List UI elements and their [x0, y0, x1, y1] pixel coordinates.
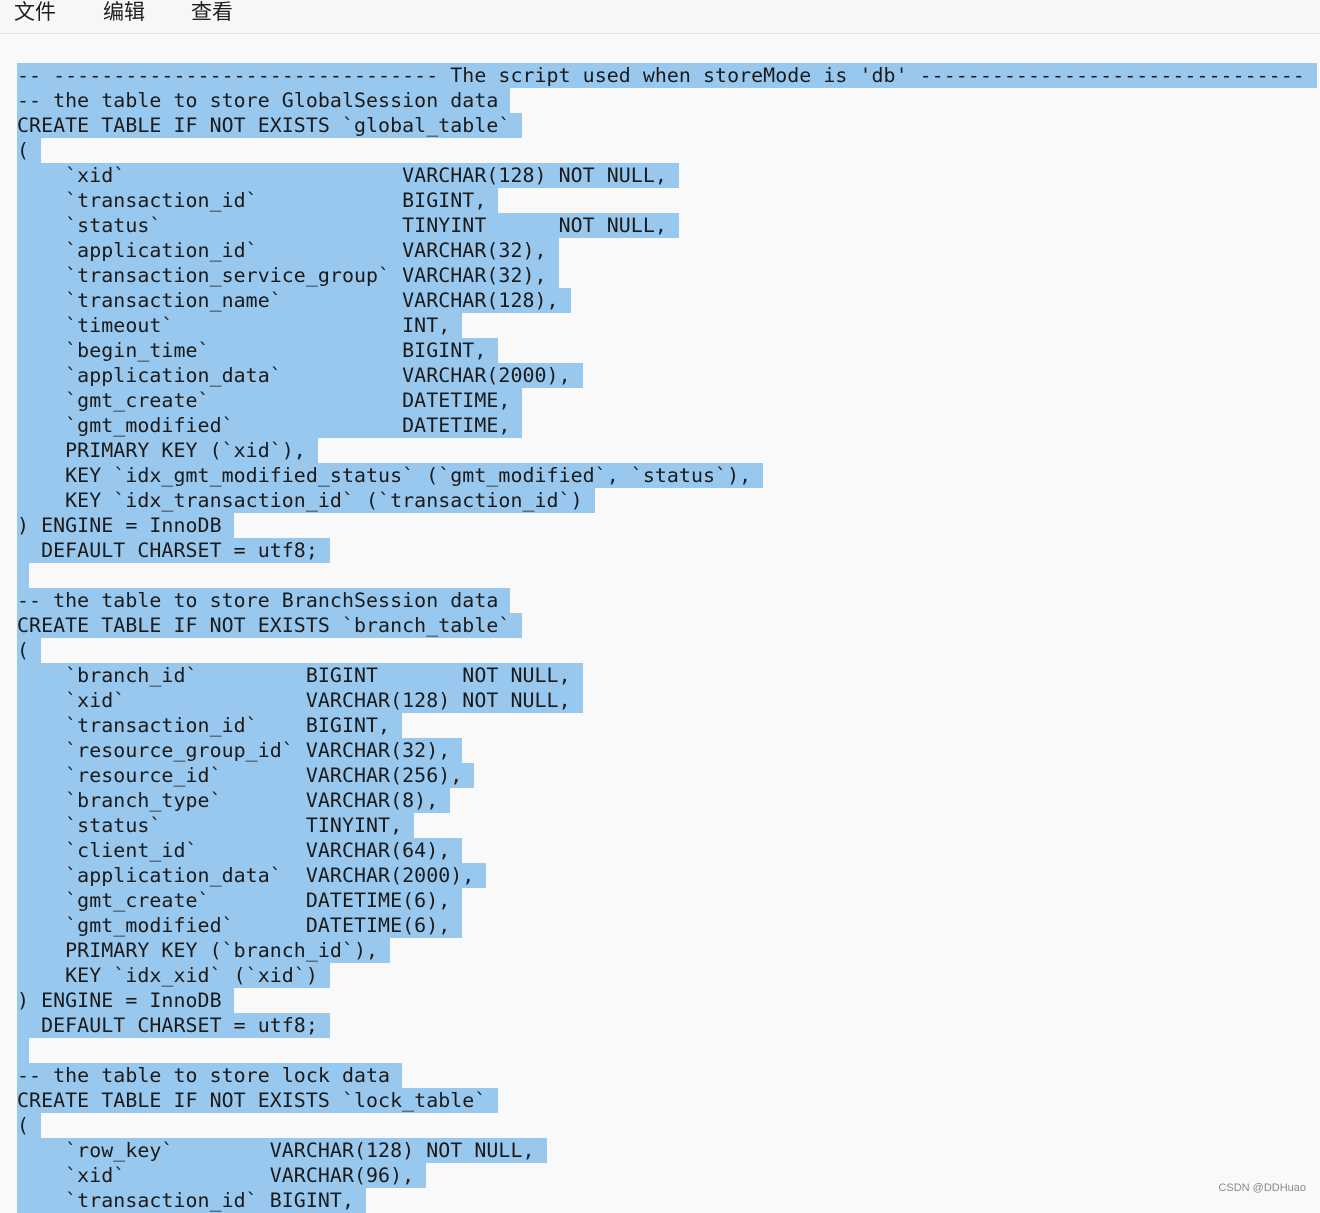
code-line[interactable]: -- the table to store BranchSession data [17, 588, 1317, 613]
selected-text: `resource_id` VARCHAR(256), [17, 763, 474, 788]
code-line[interactable]: `branch_type` VARCHAR(8), [17, 788, 1317, 813]
code-line[interactable]: CREATE TABLE IF NOT EXISTS `global_table… [17, 113, 1317, 138]
selected-text: DEFAULT CHARSET = utf8; [17, 1013, 330, 1038]
code-line[interactable]: `xid` VARCHAR(128) NOT NULL, [17, 688, 1317, 713]
selected-text: `status` TINYINT, [17, 813, 414, 838]
selected-text: `transaction_id` BIGINT, [17, 713, 402, 738]
code-line[interactable]: CREATE TABLE IF NOT EXISTS `lock_table` [17, 1088, 1317, 1113]
code-line[interactable]: `gmt_modified` DATETIME(6), [17, 913, 1317, 938]
code-line[interactable]: ( [17, 138, 1317, 163]
selected-text: ) ENGINE = InnoDB [17, 513, 234, 538]
code-line[interactable]: -- -------------------------------- The … [17, 63, 1317, 88]
code-line[interactable]: `transaction_name` VARCHAR(128), [17, 288, 1317, 313]
selected-text: `application_data` VARCHAR(2000), [17, 863, 486, 888]
selected-text: `gmt_modified` DATETIME, [17, 413, 522, 438]
code-line[interactable]: `status` TINYINT NOT NULL, [17, 213, 1317, 238]
selected-text: `status` TINYINT NOT NULL, [17, 213, 679, 238]
selected-text: `gmt_create` DATETIME(6), [17, 888, 462, 913]
selected-text: `xid` VARCHAR(96), [17, 1163, 426, 1188]
selected-text: `application_data` VARCHAR(2000), [17, 363, 583, 388]
selected-text: `branch_id` BIGINT NOT NULL, [17, 663, 583, 688]
code-line[interactable]: `branch_id` BIGINT NOT NULL, [17, 663, 1317, 688]
selected-text: KEY `idx_xid` (`xid`) [17, 963, 330, 988]
selected-text: `timeout` INT, [17, 313, 462, 338]
selected-text: -- the table to store lock data [17, 1063, 402, 1088]
code-line[interactable]: ( [17, 1113, 1317, 1138]
code-line[interactable]: `timeout` INT, [17, 313, 1317, 338]
watermark: CSDN @DDHuao [1218, 1182, 1306, 1194]
code-line[interactable]: `gmt_create` DATETIME(6), [17, 888, 1317, 913]
code-line[interactable]: `transaction_id` BIGINT, [17, 713, 1317, 738]
code-line[interactable]: `begin_time` BIGINT, [17, 338, 1317, 363]
code-line[interactable]: DEFAULT CHARSET = utf8; [17, 1013, 1317, 1038]
menu-bar: 文件 编辑 查看 [0, 0, 1320, 34]
selected-text: `gmt_create` DATETIME, [17, 388, 522, 413]
code-line[interactable]: `application_data` VARCHAR(2000), [17, 863, 1317, 888]
selected-text: `row_key` VARCHAR(128) NOT NULL, [17, 1138, 547, 1163]
code-line[interactable]: `status` TINYINT, [17, 813, 1317, 838]
code-line[interactable]: ) ENGINE = InnoDB [17, 988, 1317, 1013]
code-line[interactable]: -- the table to store lock data [17, 1063, 1317, 1088]
code-line[interactable] [17, 563, 1317, 588]
selected-text: `gmt_modified` DATETIME(6), [17, 913, 462, 938]
selected-text: ( [17, 638, 41, 663]
selected-text: DEFAULT CHARSET = utf8; [17, 538, 330, 563]
selected-text: CREATE TABLE IF NOT EXISTS `global_table… [17, 113, 522, 138]
code-line[interactable] [17, 1038, 1317, 1063]
selected-text: `client_id` VARCHAR(64), [17, 838, 462, 863]
code-line[interactable]: KEY `idx_transaction_id` (`transaction_i… [17, 488, 1317, 513]
selected-text: -- the table to store GlobalSession data [17, 88, 510, 113]
code-content[interactable]: -- -------------------------------- The … [17, 63, 1317, 1213]
selected-text: `transaction_name` VARCHAR(128), [17, 288, 571, 313]
selected-text: PRIMARY KEY (`xid`), [17, 438, 318, 463]
code-line[interactable]: CREATE TABLE IF NOT EXISTS `branch_table… [17, 613, 1317, 638]
code-line[interactable]: DEFAULT CHARSET = utf8; [17, 538, 1317, 563]
code-line[interactable]: KEY `idx_xid` (`xid`) [17, 963, 1317, 988]
selected-text: `application_id` VARCHAR(32), [17, 238, 559, 263]
selected-text: `xid` VARCHAR(128) NOT NULL, [17, 163, 679, 188]
selected-text: KEY `idx_transaction_id` (`transaction_i… [17, 488, 595, 513]
selected-text: -- -------------------------------- The … [17, 63, 1317, 88]
selected-text: ( [17, 138, 41, 163]
code-line[interactable]: -- the table to store GlobalSession data [17, 88, 1317, 113]
selected-text: `transaction_service_group` VARCHAR(32), [17, 263, 559, 288]
code-line[interactable]: `xid` VARCHAR(96), [17, 1163, 1317, 1188]
code-line[interactable]: PRIMARY KEY (`branch_id`), [17, 938, 1317, 963]
code-line[interactable]: ( [17, 638, 1317, 663]
selected-text: `begin_time` BIGINT, [17, 338, 498, 363]
selected-text: `xid` VARCHAR(128) NOT NULL, [17, 688, 583, 713]
menu-view[interactable]: 查看 [191, 0, 233, 26]
selected-text: ) ENGINE = InnoDB [17, 988, 234, 1013]
selected-text: `transaction_id` BIGINT, [17, 188, 498, 213]
selected-text: PRIMARY KEY (`branch_id`), [17, 938, 390, 963]
code-line[interactable]: `resource_group_id` VARCHAR(32), [17, 738, 1317, 763]
selected-text: CREATE TABLE IF NOT EXISTS `branch_table… [17, 613, 522, 638]
code-line[interactable]: PRIMARY KEY (`xid`), [17, 438, 1317, 463]
code-line[interactable]: KEY `idx_gmt_modified_status` (`gmt_modi… [17, 463, 1317, 488]
selected-text: KEY `idx_gmt_modified_status` (`gmt_modi… [17, 463, 763, 488]
code-line[interactable]: `application_id` VARCHAR(32), [17, 238, 1317, 263]
code-line[interactable]: `application_data` VARCHAR(2000), [17, 363, 1317, 388]
code-line[interactable]: `row_key` VARCHAR(128) NOT NULL, [17, 1138, 1317, 1163]
selected-text: -- the table to store BranchSession data [17, 588, 510, 613]
code-line[interactable]: `xid` VARCHAR(128) NOT NULL, [17, 163, 1317, 188]
code-line[interactable]: ) ENGINE = InnoDB [17, 513, 1317, 538]
selected-text: ( [17, 1113, 41, 1138]
code-line[interactable]: `gmt_modified` DATETIME, [17, 413, 1317, 438]
selected-text [17, 563, 29, 588]
code-line[interactable]: `resource_id` VARCHAR(256), [17, 763, 1317, 788]
code-line[interactable]: `transaction_id` BIGINT, [17, 188, 1317, 213]
menu-file[interactable]: 文件 [14, 0, 56, 26]
selected-text [17, 1038, 29, 1063]
selected-text: `transaction_id` BIGINT, [17, 1188, 366, 1213]
selected-text: `resource_group_id` VARCHAR(32), [17, 738, 462, 763]
selected-text: CREATE TABLE IF NOT EXISTS `lock_table` [17, 1088, 498, 1113]
code-line[interactable]: `transaction_id` BIGINT, [17, 1188, 1317, 1213]
code-line[interactable]: `transaction_service_group` VARCHAR(32), [17, 263, 1317, 288]
code-line[interactable]: `gmt_create` DATETIME, [17, 388, 1317, 413]
menu-edit[interactable]: 编辑 [103, 0, 145, 26]
code-line[interactable]: `client_id` VARCHAR(64), [17, 838, 1317, 863]
selected-text: `branch_type` VARCHAR(8), [17, 788, 450, 813]
